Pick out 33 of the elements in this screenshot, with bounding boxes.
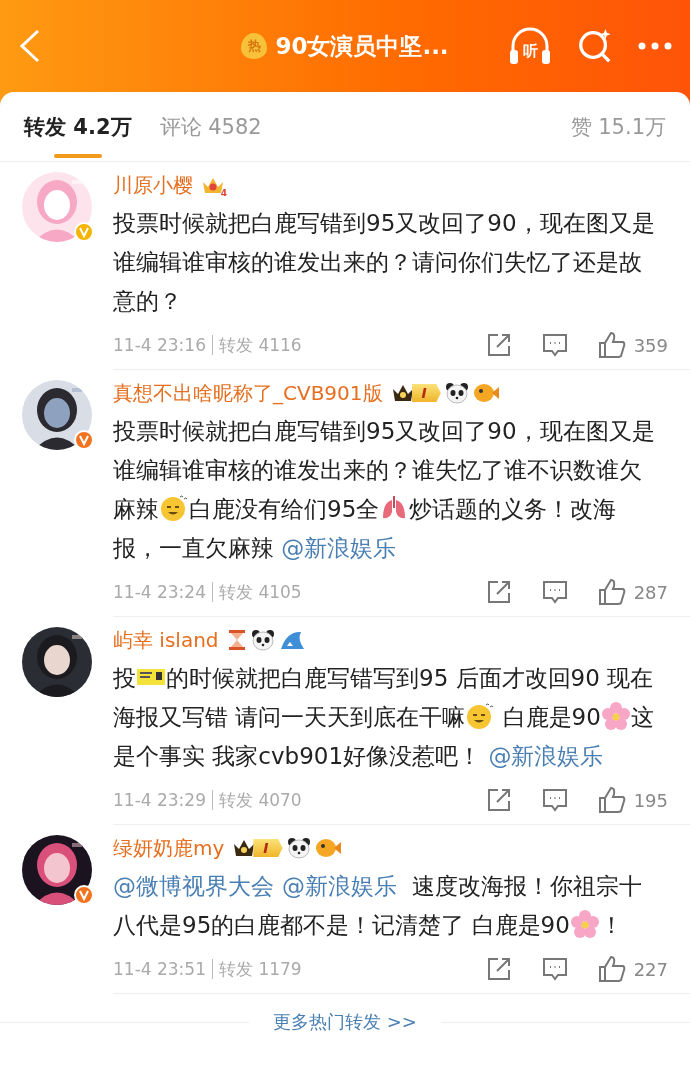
mention-link[interactable]: @微博视界大会 [113, 873, 274, 899]
listen-button[interactable]: 听 [508, 26, 552, 66]
user-name[interactable]: 绿妍奶鹿my [113, 834, 225, 862]
post-time: 11-4 23:16 [113, 335, 206, 355]
user-name[interactable]: 真想不出啥昵称了_CVB901版 [113, 379, 383, 407]
like-button[interactable]: 195 [597, 786, 668, 814]
like-button[interactable]: 287 [597, 578, 668, 606]
vip-level-badge: I [390, 382, 441, 404]
mention-link[interactable]: @新浪娱乐 [282, 873, 397, 899]
post-text: 投 的时候就把白鹿写错写到95 后面才改回90 现在海报又写错 请问一天天到底在干嘛 白鹿是90 这是个事实 我家cvb901好像没惹吧！ @新浪娱乐 [113, 662, 655, 771]
user-name[interactable]: 川原小樱 [113, 171, 193, 199]
like-button[interactable]: 359 [597, 331, 668, 359]
repost-count: 转发 4116 [219, 333, 302, 357]
tab[interactable]: 赞 15.1万 [570, 92, 666, 161]
post-time: 11-4 23:24 [113, 582, 206, 602]
hot-badge: 热 [241, 33, 268, 59]
repost-count: 转发 4070 [219, 788, 302, 812]
mention-link[interactable]: @新浪娱乐 [488, 743, 604, 769]
tab[interactable]: 评论 4582 [159, 92, 262, 161]
mention-link[interactable]: @新浪娱乐 [281, 535, 397, 561]
user-name[interactable]: 屿幸 island [113, 626, 219, 654]
post-text: 投票时候就把白鹿写错到95又改回了90，现在图又是谁编辑谁审核的谁发出来的？谁失忆了谁不识数谁欠麻辣 白鹿没有给们95全 炒话题的义务！改海报，一直欠麻辣 @新浪娱乐 [113, 417, 656, 563]
vip-level-badge: I [232, 837, 283, 859]
post-text: 投票时候就把白鹿写错到95又改回了90，现在图又是谁编辑谁审核的谁发出来的？请问你们失忆了还是故意的？ [113, 209, 656, 316]
tab[interactable]: 转发 4.2万 [24, 92, 132, 161]
more-reposts-link[interactable]: 更多热门转发 >> [273, 1010, 417, 1034]
post-text: @微博视界大会 @新浪娱乐 速度改海报！你祖宗十八代是95的白鹿都不是！记清楚了 白鹿是90 ！ [113, 872, 644, 940]
page-title: 90女演员中坚... [275, 31, 449, 61]
post-time: 11-4 23:51 [113, 959, 206, 979]
repost-count: 转发 4105 [219, 580, 302, 604]
like-button[interactable]: 227 [597, 955, 668, 983]
repost-count: 转发 1179 [219, 957, 302, 981]
post-time: 11-4 23:29 [113, 790, 206, 810]
